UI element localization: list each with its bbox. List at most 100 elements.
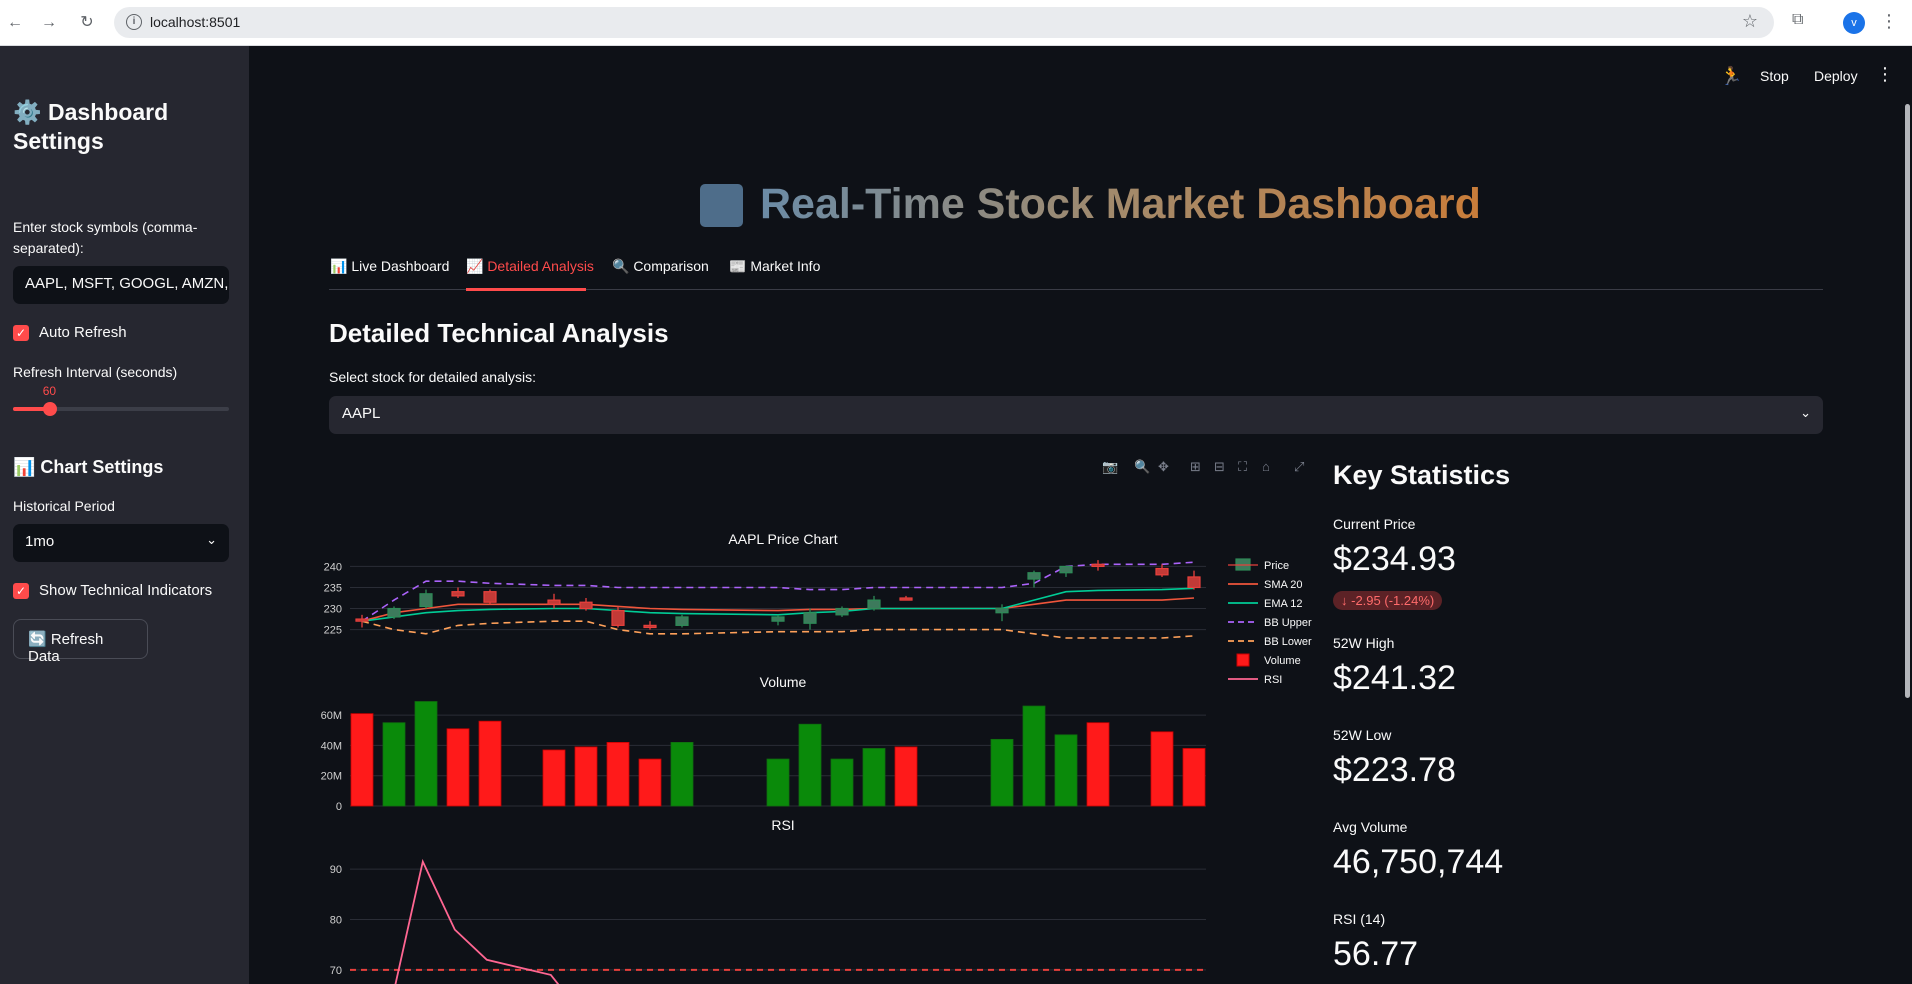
tab-bar: 📊 Live Dashboard 📈 Detailed Analysis 🔍 C… (329, 258, 1823, 291)
chart-emoji-icon (700, 184, 743, 227)
refresh-data-button[interactable]: 🔄 Refresh Data (13, 619, 148, 665)
page-scrollbar[interactable] (1905, 104, 1910, 698)
refresh-interval-slider[interactable] (13, 402, 229, 416)
volume-bar (894, 746, 918, 807)
volume-bar (990, 738, 1014, 807)
tab-detailed-analysis[interactable]: 📈 Detailed Analysis (466, 258, 594, 275)
candle-body (1091, 563, 1105, 568)
avg-volume-label: Avg Volume (1333, 819, 1408, 835)
tab-market-info[interactable]: 📰 Market Info (729, 258, 820, 275)
candle-body (771, 616, 785, 622)
legend-label: SMA 20 (1264, 579, 1303, 591)
candle-body (611, 610, 625, 626)
volume-chart-title: Volume (760, 674, 807, 690)
extensions-icon[interactable]: ⧉ (1792, 11, 1812, 31)
candle-body (355, 618, 369, 622)
main-menu-icon[interactable]: ⋮ (1876, 64, 1894, 85)
chevron-down-icon: ⌄ (206, 532, 217, 547)
volume-bar (766, 758, 790, 807)
stop-button[interactable]: Stop (1760, 68, 1789, 84)
slider-thumb[interactable] (42, 402, 57, 416)
volume-bar (446, 728, 470, 807)
auto-refresh-checkbox[interactable]: ✓ (13, 325, 29, 341)
auto-refresh-label: Auto Refresh (39, 324, 127, 341)
price-chart-title: AAPL Price Chart (728, 531, 837, 547)
rsi-tick-label: 70 (330, 965, 342, 977)
candle-body (579, 601, 593, 610)
volume-bar (574, 746, 598, 807)
candle-body (899, 597, 913, 601)
price-tick-label: 235 (324, 582, 342, 594)
volume-bar (670, 741, 694, 807)
stock-select-value: AAPL (342, 405, 381, 422)
price-change-text: -2.95 (-1.24%) (1351, 593, 1435, 608)
reload-icon[interactable]: ↻ (76, 12, 98, 34)
reset-axes-icon[interactable]: ⌂ (1262, 459, 1270, 474)
volume-tick-label: 60M (321, 710, 342, 722)
rsi-line (394, 858, 560, 984)
forward-icon[interactable]: → (38, 12, 60, 34)
zoom-icon[interactable]: 🔍 (1134, 459, 1150, 475)
rsi-chart-title: RSI (771, 817, 794, 833)
avg-volume-value: 46,750,744 (1333, 843, 1504, 881)
back-icon[interactable]: ← (4, 12, 26, 34)
running-man-icon: 🏃 (1720, 66, 1743, 86)
site-info-icon[interactable]: i (126, 14, 142, 30)
tab-comparison[interactable]: 🔍 Comparison (612, 258, 709, 275)
technical-chart[interactable]: AAPL Price Chart Volume RSI 240 235 230 225 60M… (320, 520, 1320, 984)
volume-tick-label: 20M (321, 771, 342, 783)
zoom-in-icon[interactable]: ⊞ (1190, 459, 1201, 475)
volume-bar (1182, 748, 1206, 807)
legend-label: BB Lower (1264, 636, 1312, 648)
current-price-value: $234.93 (1333, 540, 1456, 578)
price-tick-label: 225 (324, 625, 342, 637)
bookmark-star-icon[interactable]: ☆ (1742, 11, 1758, 32)
candle-body (1059, 565, 1073, 574)
legend-label: EMA 12 (1264, 598, 1303, 610)
tab-live-dashboard[interactable]: 📊 Live Dashboard (330, 258, 449, 275)
legend-label: Volume (1264, 655, 1301, 667)
pan-icon[interactable]: ✥ (1158, 459, 1169, 475)
fullscreen-icon[interactable]: ⤢ (1294, 459, 1304, 475)
historical-period-label: Historical Period (13, 498, 115, 514)
legend-label: BB Upper (1264, 617, 1312, 629)
candle-body (483, 591, 497, 603)
candle-body (643, 624, 657, 629)
candle-body (387, 607, 401, 618)
rsi-value: 56.77 (1333, 935, 1419, 973)
page-title-text: Real-Time Stock Market Dashboard (760, 180, 1481, 228)
chevron-down-icon: ⌄ (1800, 405, 1811, 420)
candle-body (1155, 567, 1169, 576)
historical-period-value: 1mo (25, 533, 55, 550)
profile-avatar[interactable]: v (1843, 12, 1865, 34)
show-indicators-checkbox[interactable]: ✓ (13, 583, 29, 599)
symbols-input[interactable]: AAPL, MSFT, GOOGL, AMZN, T (13, 266, 229, 304)
candle-body (1187, 576, 1201, 589)
url-text[interactable]: localhost:8501 (150, 14, 240, 30)
volume-tick-label: 40M (321, 740, 342, 752)
legend-symbol-volume (1236, 653, 1250, 667)
stock-select[interactable]: AAPL ⌄ (329, 396, 1823, 434)
browser-menu-icon[interactable]: ⋮ (1880, 11, 1898, 32)
deploy-button[interactable]: Deploy (1814, 68, 1858, 84)
refresh-interval-label: Refresh Interval (seconds) (13, 364, 178, 380)
camera-icon[interactable]: 📷 (1102, 459, 1118, 475)
historical-period-select[interactable]: 1mo ⌄ (13, 524, 229, 562)
candle-body (1027, 572, 1041, 580)
volume-bar (1054, 734, 1078, 807)
chart-settings-heading: 📊 Chart Settings (13, 457, 164, 477)
volume-bar (1086, 722, 1110, 807)
zoom-out-icon[interactable]: ⊟ (1214, 459, 1225, 475)
stock-select-label: Select stock for detailed analysis: (329, 369, 536, 385)
autoscale-icon[interactable]: ⛶ (1238, 459, 1247, 475)
volume-bar (638, 758, 662, 807)
address-bar[interactable]: i localhost:8501 ☆ (114, 7, 1774, 38)
volume-bar (542, 749, 566, 807)
rsi-tick-label: 90 (330, 864, 342, 876)
price-change-badge: ↓ -2.95 (-1.24%) (1333, 591, 1443, 610)
volume-bar (830, 758, 854, 807)
volume-bar (798, 723, 822, 807)
current-price-label: Current Price (1333, 516, 1416, 532)
sidebar-title: ⚙️ Dashboard Settings (13, 99, 169, 154)
rsi-tick-label: 80 (330, 915, 342, 927)
